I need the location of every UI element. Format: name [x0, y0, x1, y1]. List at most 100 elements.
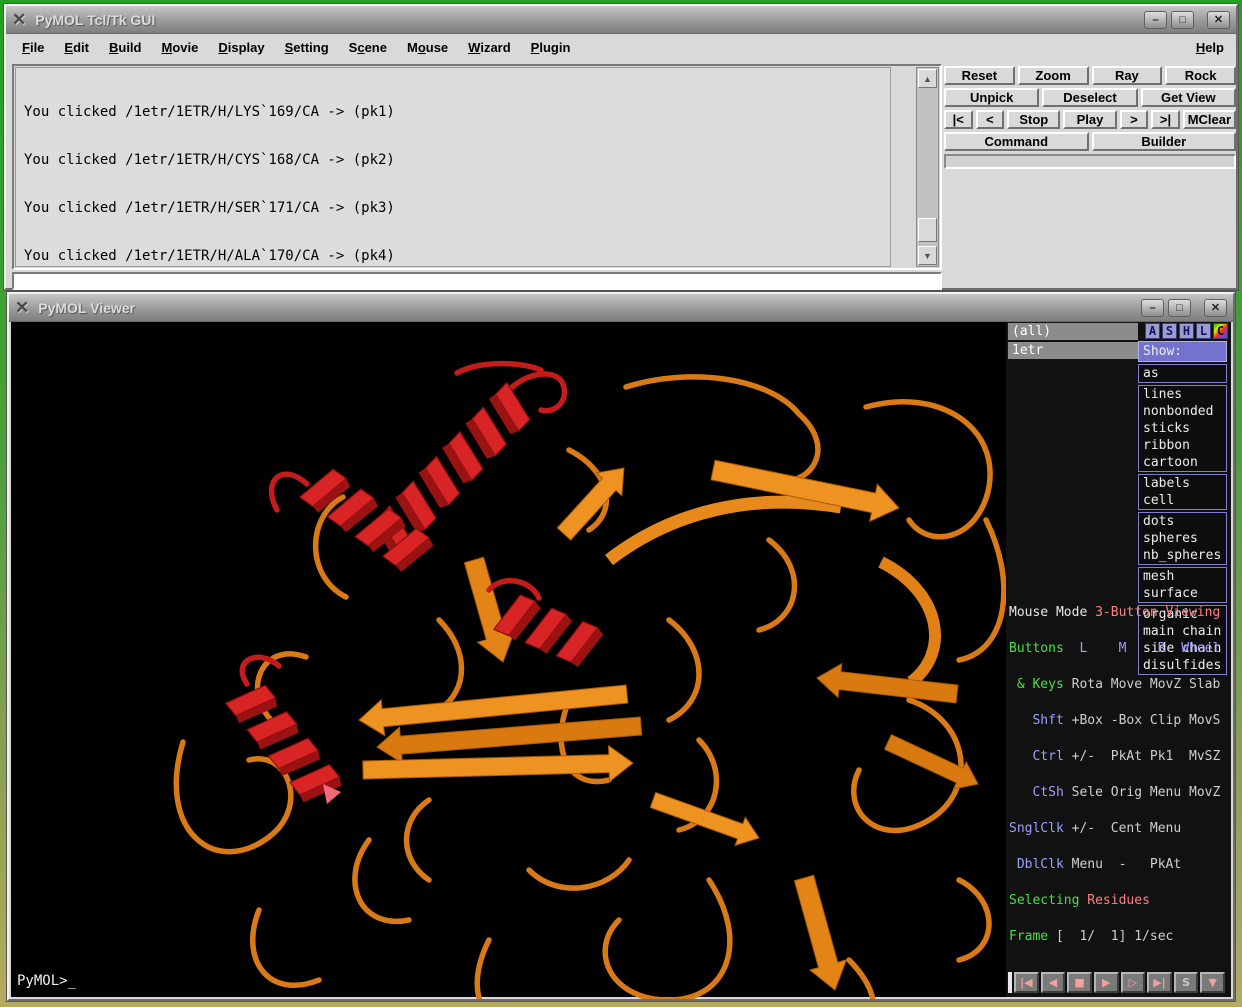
- protein-structure-canvas[interactable]: PyMOL>_: [11, 322, 1010, 997]
- frame-counter-line: Frame [ 1/ 1] 1/sec: [1009, 931, 1230, 943]
- show-menu-item-lines[interactable]: lines: [1139, 386, 1226, 403]
- show-menu-item-as[interactable]: as: [1139, 365, 1226, 382]
- resize-handle[interactable]: [1008, 972, 1012, 993]
- minimize-button[interactable]: –: [1144, 11, 1167, 29]
- mouse-line: Ctrl +/- PkAt Pk1 MvSZ: [1009, 751, 1230, 763]
- menu-scene[interactable]: Scene: [343, 37, 401, 58]
- show-menu-item-labels[interactable]: labels: [1139, 475, 1226, 492]
- play-button[interactable]: ▶: [1094, 972, 1119, 993]
- show-menu-item-ribbon[interactable]: ribbon: [1139, 437, 1226, 454]
- color-button-c[interactable]: C: [1213, 323, 1228, 339]
- mouse-line: DblClk Menu - PkAt: [1009, 859, 1230, 871]
- mouse-line: CtSh Sele Orig Menu MovZ: [1009, 787, 1230, 799]
- mouse-line: Mouse Mode 3-Button Viewing: [1009, 607, 1230, 619]
- pymol-prompt[interactable]: PyMOL>_: [17, 973, 76, 989]
- object-panel: (all) A S H L C 1etr Show: as lines nonb…: [1006, 322, 1231, 997]
- builder-button[interactable]: Builder: [1092, 132, 1237, 151]
- label-button-l[interactable]: L: [1196, 323, 1211, 339]
- movie-last-button[interactable]: >|: [1151, 110, 1180, 129]
- show-menu-item-sticks[interactable]: sticks: [1139, 420, 1226, 437]
- playback-controls: |◀ ◀ ■ ▶ ▷ ▶| S ▼: [1008, 971, 1225, 994]
- zoom-button[interactable]: Zoom: [1018, 66, 1089, 85]
- scroll-up-icon[interactable]: ▲: [918, 69, 937, 88]
- maximize-button[interactable]: □: [1171, 11, 1194, 29]
- minimize-button[interactable]: –: [1141, 299, 1164, 317]
- deselect-button[interactable]: Deselect: [1042, 88, 1137, 107]
- show-menu-item-nb-spheres[interactable]: nb_spheres: [1139, 547, 1226, 564]
- scrollbar-thumb[interactable]: [918, 218, 937, 242]
- step-back-button[interactable]: ◀: [1041, 972, 1066, 993]
- get-view-button[interactable]: Get View: [1141, 88, 1236, 107]
- show-menu-item-spheres[interactable]: spheres: [1139, 530, 1226, 547]
- unpick-button[interactable]: Unpick: [944, 88, 1039, 107]
- console-frame: You clicked /1etr/1ETR/H/LYS`169/CA -> (…: [12, 64, 942, 270]
- movie-first-button[interactable]: |<: [944, 110, 973, 129]
- x11-logo-icon: ✕: [12, 11, 26, 28]
- show-button-s[interactable]: S: [1162, 323, 1177, 339]
- output-console: You clicked /1etr/1ETR/H/LYS`169/CA -> (…: [15, 67, 891, 267]
- close-button[interactable]: ✕: [1207, 11, 1230, 29]
- maximize-button[interactable]: □: [1168, 299, 1191, 317]
- show-menu-item-cartoon[interactable]: cartoon: [1139, 454, 1226, 471]
- mclear-button[interactable]: MClear: [1183, 110, 1236, 129]
- fast-forward-button[interactable]: ▶|: [1147, 972, 1172, 993]
- gui-window-title: PyMOL Tcl/Tk GUI: [35, 12, 1135, 28]
- ray-button[interactable]: Ray: [1092, 66, 1163, 85]
- fullscreen-toggle-button[interactable]: ▼: [1200, 972, 1225, 993]
- mouse-line: Shft +Box -Box Clip MovS: [1009, 715, 1230, 727]
- menu-wizard[interactable]: Wizard: [462, 37, 525, 58]
- movie-next-button[interactable]: >: [1120, 110, 1149, 129]
- selection-mode-line[interactable]: Selecting Residues: [1009, 895, 1230, 907]
- close-button[interactable]: ✕: [1204, 299, 1227, 317]
- show-menu-item-dots[interactable]: dots: [1139, 513, 1226, 530]
- viewer-window-title: PyMOL Viewer: [38, 300, 1132, 316]
- menu-setting[interactable]: Setting: [279, 37, 343, 58]
- menu-edit[interactable]: Edit: [58, 37, 103, 58]
- stop-button[interactable]: Stop: [1007, 110, 1060, 129]
- menu-help[interactable]: Help: [1190, 37, 1226, 58]
- console-scrollbar[interactable]: ▲ ▼: [916, 67, 939, 267]
- console-line: You clicked /1etr/1ETR/H/LYS`169/CA -> (…: [24, 104, 890, 120]
- menubar: File Edit Build Movie Display Setting Sc…: [6, 34, 1236, 60]
- gui-titlebar[interactable]: ✕ PyMOL Tcl/Tk GUI – □ ✕: [6, 6, 1236, 34]
- x11-logo-icon: ✕: [15, 299, 29, 316]
- viewer-titlebar[interactable]: ✕ PyMOL Viewer – □ ✕: [9, 294, 1233, 322]
- show-menu-item-nonbonded[interactable]: nonbonded: [1139, 403, 1226, 420]
- action-button-a[interactable]: A: [1145, 323, 1160, 339]
- mouse-line: SnglClk +/- Cent Menu: [1009, 823, 1230, 835]
- viewer-window: ✕ PyMOL Viewer – □ ✕: [7, 292, 1235, 1001]
- mouse-line: & Keys Rota Move MovZ Slab: [1009, 679, 1230, 691]
- protein-cartoon: [11, 322, 1010, 999]
- menu-plugin[interactable]: Plugin: [525, 37, 585, 58]
- movie-prev-button[interactable]: <: [976, 110, 1005, 129]
- menu-build[interactable]: Build: [103, 37, 156, 58]
- menu-mouse[interactable]: Mouse: [401, 37, 462, 58]
- object-row-1etr[interactable]: 1etr: [1008, 342, 1138, 359]
- button-panel: Reset Zoom Ray Rock Unpick Deselect Get …: [944, 66, 1236, 169]
- mouse-mode-panel: Mouse Mode 3-Button Viewing Buttons L M …: [1009, 583, 1230, 967]
- console-line: You clicked /1etr/1ETR/H/CYS`168/CA -> (…: [24, 152, 890, 168]
- command-button[interactable]: Command: [944, 132, 1089, 151]
- play-button[interactable]: Play: [1063, 110, 1116, 129]
- show-menu-header: Show:: [1138, 341, 1227, 362]
- mouse-line: Buttons L M R Wheel: [1009, 643, 1230, 655]
- reset-button[interactable]: Reset: [944, 66, 1015, 85]
- stop-button[interactable]: ■: [1067, 972, 1092, 993]
- menu-movie[interactable]: Movie: [155, 37, 212, 58]
- menu-display[interactable]: Display: [212, 37, 278, 58]
- menu-file[interactable]: File: [16, 37, 58, 58]
- action-buttons: A S H L C: [1145, 323, 1228, 339]
- console-line: You clicked /1etr/1ETR/H/ALA`170/CA -> (…: [24, 248, 890, 264]
- rewind-button[interactable]: |◀: [1014, 972, 1039, 993]
- console-line: You clicked /1etr/1ETR/H/SER`171/CA -> (…: [24, 200, 890, 216]
- command-entry[interactable]: [12, 272, 942, 290]
- rock-button[interactable]: Rock: [1165, 66, 1236, 85]
- step-forward-button[interactable]: ▷: [1121, 972, 1146, 993]
- show-menu-item-cell[interactable]: cell: [1139, 492, 1226, 509]
- status-strip: [944, 154, 1236, 169]
- hide-button-h[interactable]: H: [1179, 323, 1194, 339]
- object-row-all[interactable]: (all): [1008, 323, 1138, 340]
- scroll-down-icon[interactable]: ▼: [918, 246, 937, 265]
- gui-window: ✕ PyMOL Tcl/Tk GUI – □ ✕ File Edit Build…: [4, 4, 1238, 290]
- scene-button[interactable]: S: [1174, 972, 1199, 993]
